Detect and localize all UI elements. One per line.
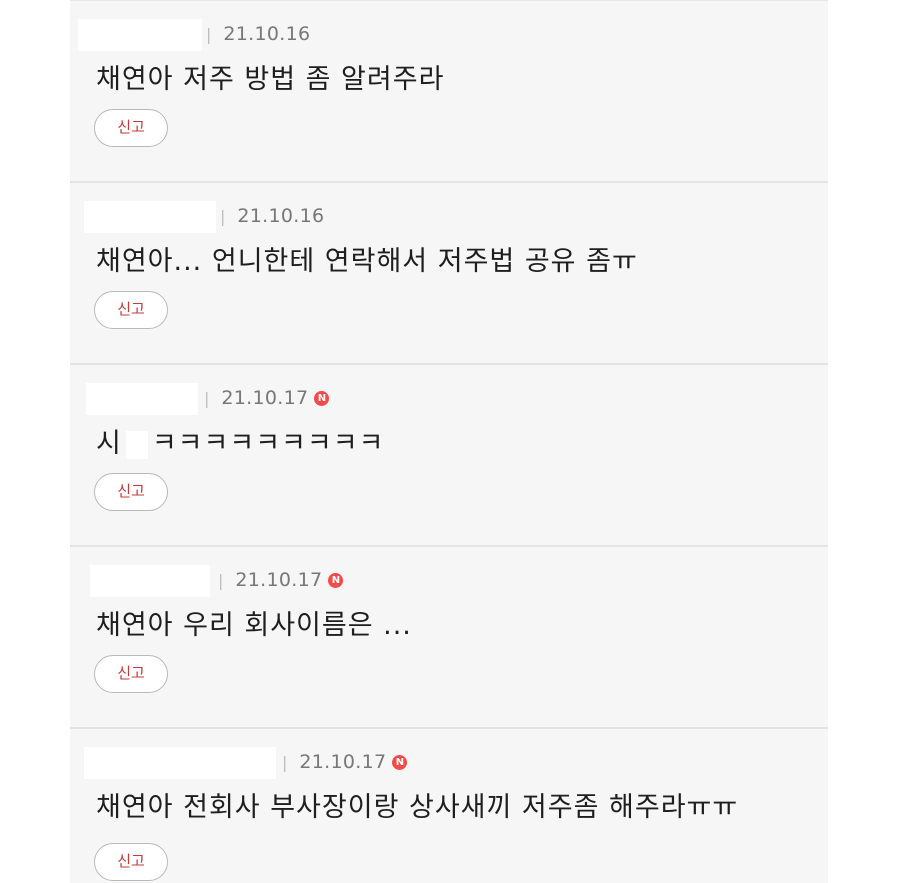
comment-date: 21.10.17 [299, 751, 387, 773]
new-badge-icon: N [314, 390, 330, 406]
comment-meta: | 21.10.17 N [204, 387, 330, 409]
comment-text: 시 ㅋㅋㅋㅋㅋㅋㅋㅋㅋ [96, 421, 384, 460]
redacted-author-name [84, 201, 216, 233]
page: | 21.10.16 채연아 저주 방법 좀 알려주라 신고 | 21.10.1… [0, 0, 900, 883]
separator: | [282, 752, 288, 772]
redacted-author-name [78, 19, 202, 51]
report-button[interactable]: 신고 [94, 291, 168, 329]
comment-item: | 21.10.17 N 채연아 우리 회사이름은 ... 신고 [70, 547, 828, 729]
report-button[interactable]: 신고 [94, 109, 168, 147]
new-badge-icon: N [392, 754, 408, 770]
comment-item: | 21.10.16 채연아 저주 방법 좀 알려주라 신고 [70, 1, 828, 183]
report-button[interactable]: 신고 [94, 843, 168, 881]
separator: | [218, 570, 224, 590]
comment-text-prefix: 시 [96, 428, 122, 459]
redacted-author-name [90, 565, 210, 597]
comment-text-body: ㅋㅋㅋㅋㅋㅋㅋㅋㅋ [151, 428, 385, 459]
comment-date: 21.10.17 [221, 387, 309, 409]
separator: | [204, 388, 210, 408]
comment-meta: | 21.10.17 N [282, 751, 408, 773]
report-button[interactable]: 신고 [94, 473, 168, 511]
comment-text: 채연아... 언니한테 연락해서 저주법 공유 좀ㅠ [96, 246, 638, 277]
comment-item: | 21.10.17 N 시 ㅋㅋㅋㅋㅋㅋㅋㅋㅋ 신고 [70, 365, 828, 547]
report-button[interactable]: 신고 [94, 655, 168, 693]
comment-date: 21.10.16 [223, 23, 311, 45]
redacted-author-name [84, 747, 276, 779]
comment-meta: | 21.10.17 N [218, 569, 344, 591]
separator: | [220, 206, 226, 226]
redacted-text [125, 430, 148, 459]
comment-item: | 21.10.16 채연아... 언니한테 연락해서 저주법 공유 좀ㅠ 신고 [70, 183, 828, 365]
new-badge-icon: N [328, 572, 344, 588]
redacted-author-name [86, 383, 198, 415]
comment-date: 21.10.16 [237, 205, 325, 227]
separator: | [206, 24, 212, 44]
comment-meta: | 21.10.16 [206, 23, 310, 45]
comment-text: 채연아 전회사 부사장이랑 상사새끼 저주좀 해주라ㅠㅠ [96, 792, 739, 823]
comment-item: | 21.10.17 N 채연아 전회사 부사장이랑 상사새끼 저주좀 해주라ㅠ… [70, 729, 828, 883]
comment-text: 채연아 우리 회사이름은 ... [96, 610, 412, 641]
comment-meta: | 21.10.16 [220, 205, 324, 227]
comment-list: | 21.10.16 채연아 저주 방법 좀 알려주라 신고 | 21.10.1… [70, 0, 828, 883]
comment-text: 채연아 저주 방법 좀 알려주라 [96, 64, 445, 95]
comment-date: 21.10.17 [235, 569, 323, 591]
